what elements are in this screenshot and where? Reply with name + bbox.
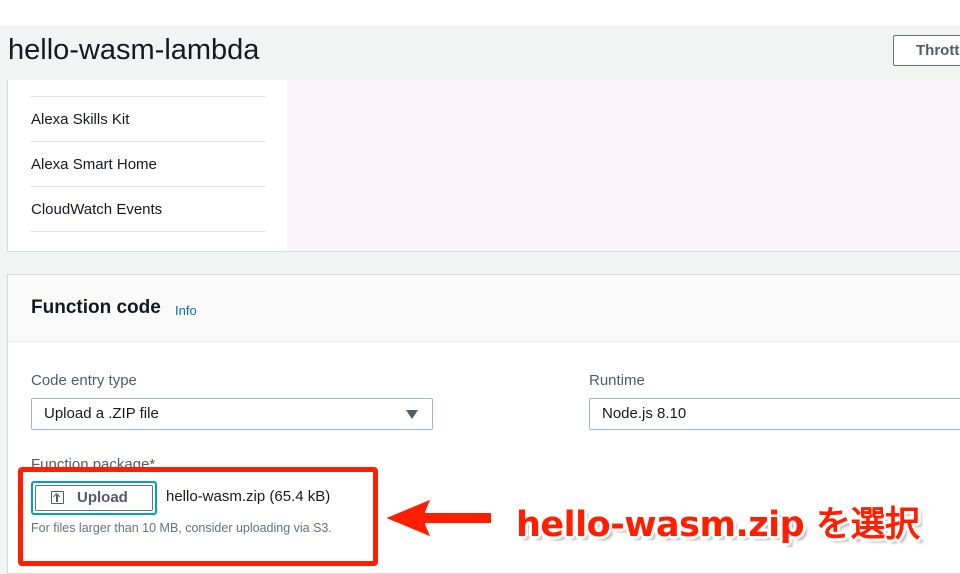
caret-down-icon	[406, 410, 418, 419]
annotation-arrow-icon	[383, 497, 493, 539]
page-title: hello-wasm-lambda	[8, 34, 260, 66]
runtime-value: Node.js 8.10	[602, 405, 687, 422]
runtime-label: Runtime	[589, 372, 645, 389]
designer-canvas[interactable]	[287, 80, 960, 251]
code-entry-type-value: Upload a .ZIP file	[44, 405, 159, 422]
page-header: hello-wasm-lambda Throttle	[0, 26, 960, 80]
annotation-highlight-box	[18, 467, 378, 566]
info-link[interactable]: Info	[175, 303, 197, 318]
throttle-button[interactable]: Throttle	[893, 35, 960, 66]
panel-title: Function code	[31, 297, 161, 318]
panel-header: Function code Info	[8, 275, 960, 342]
code-entry-type-select[interactable]: Upload a .ZIP file	[31, 398, 433, 430]
top-strip	[0, 0, 960, 26]
trigger-item-alexa-smart-home[interactable]: Alexa Smart Home	[30, 142, 266, 187]
trigger-item-alexa-skills-kit[interactable]: Alexa Skills Kit	[30, 97, 266, 142]
designer-panel: AWS IoT Alexa Skills Kit Alexa Smart Hom…	[7, 80, 960, 252]
trigger-item-aws-iot[interactable]: AWS IoT	[30, 80, 266, 97]
runtime-select[interactable]: Node.js 8.10	[589, 398, 960, 430]
code-entry-type-label: Code entry type	[31, 372, 137, 389]
annotation-text: hello-wasm.zip を選択	[516, 505, 920, 545]
trigger-item-cloudwatch-events[interactable]: CloudWatch Events	[30, 187, 266, 232]
trigger-list: AWS IoT Alexa Skills Kit Alexa Smart Hom…	[30, 80, 266, 232]
